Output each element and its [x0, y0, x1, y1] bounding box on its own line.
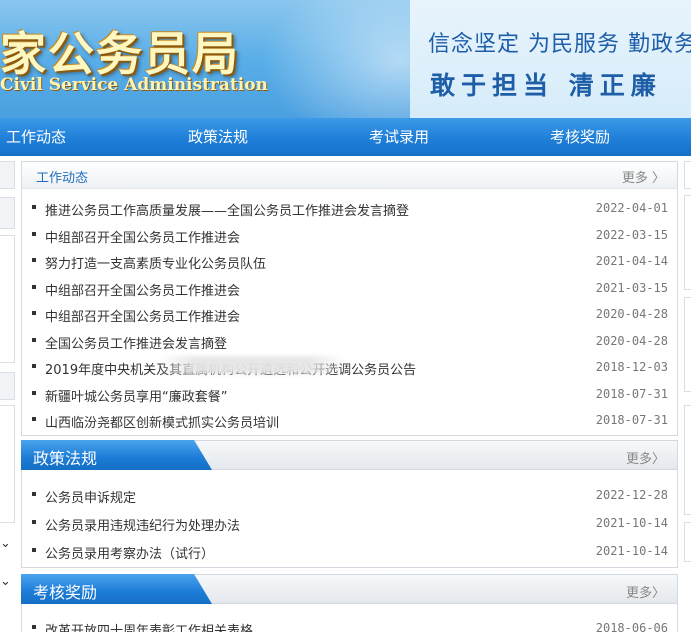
- section-tab-slant: [182, 574, 212, 604]
- more-label: 更多: [625, 586, 652, 601]
- list-item[interactable]: 2019年度中央机关及其直属机构公开遴选和公开选调公务员公告2018-12-03: [32, 356, 668, 378]
- item-title[interactable]: 改革开放四十周年表彰工作相关表格: [45, 620, 253, 632]
- more-link[interactable]: 更多 〉: [622, 167, 665, 186]
- left-sidebar-panel: [0, 235, 15, 363]
- item-title[interactable]: 公务员录用违规违纪行为处理办法: [45, 515, 240, 534]
- bullet-icon: [32, 364, 36, 368]
- left-sidebar-tab[interactable]: [0, 372, 15, 400]
- section-title[interactable]: 政策法规: [33, 445, 97, 469]
- item-date: 2018-12-03: [595, 360, 668, 374]
- nav-item-work-news[interactable]: 工作动态: [6, 118, 66, 156]
- list-item[interactable]: 中组部召开全国公务员工作推进会 2022-03-15: [32, 226, 668, 246]
- site-banner: 家公务员局 Civil Service Administration 信念坚定 …: [0, 0, 691, 118]
- item-date: 2021-04-14: [595, 254, 668, 268]
- list-item[interactable]: 公务员录用考察办法（试行） 2021-10-14: [32, 542, 668, 562]
- bullet-icon: [32, 285, 36, 289]
- chevron-right-icon: 〉: [651, 586, 665, 601]
- bullet-icon: [32, 205, 36, 209]
- item-title[interactable]: 公务员录用考察办法（试行）: [45, 543, 214, 562]
- list-item[interactable]: 山西临汾尧都区创新模式抓实公务员培训 2018-07-31: [32, 411, 668, 431]
- more-label: 更多: [625, 452, 652, 467]
- item-date: 2020-04-28: [595, 307, 668, 321]
- item-date: 2018-06-06: [595, 621, 668, 632]
- chevron-down-icon[interactable]: ⌄: [0, 574, 11, 589]
- assessment-header: 考核奖励 更多〉: [21, 574, 678, 604]
- section-title[interactable]: 考核奖励: [33, 579, 97, 603]
- item-title[interactable]: 努力打造一支高素质专业化公务员队伍: [45, 253, 266, 272]
- section-title[interactable]: 工作动态: [36, 167, 88, 186]
- list-item[interactable]: 全国公务员工作推进会发言摘登 2020-04-28: [32, 332, 668, 352]
- item-title[interactable]: 全国公务员工作推进会发言摘登: [45, 333, 227, 352]
- bullet-icon: [32, 311, 36, 315]
- more-link[interactable]: 更多〉: [626, 448, 665, 467]
- list-item[interactable]: 中组部召开全国公务员工作推进会 2021-03-15: [32, 279, 668, 299]
- item-date: 2022-12-28: [595, 488, 668, 502]
- bullet-icon: [32, 417, 36, 421]
- bullet-icon: [32, 548, 36, 552]
- slogan-line-1: 信念坚定 为民服务 勤政务: [428, 32, 691, 57]
- item-title[interactable]: 中组部召开全国公务员工作推进会: [45, 280, 240, 299]
- chevron-right-icon: 〉: [647, 171, 665, 186]
- list-item[interactable]: 推进公务员工作高质量发展——全国公务员工作推进会发言摘登 2022-04-01: [32, 199, 668, 219]
- item-title[interactable]: 中组部召开全国公务员工作推进会: [45, 227, 240, 246]
- right-sidebar-panel: [684, 522, 691, 562]
- item-date: 2022-04-01: [595, 201, 668, 215]
- right-sidebar-panel: [684, 297, 691, 392]
- list-item[interactable]: 努力打造一支高素质专业化公务员队伍 2021-04-14: [32, 252, 668, 272]
- item-title[interactable]: 公务员申诉规定: [45, 487, 136, 506]
- chevron-right-icon: 〉: [651, 452, 665, 467]
- list-item[interactable]: 改革开放四十周年表彰工作相关表格 2018-06-06: [32, 619, 668, 632]
- nav-item-assessment[interactable]: 考核奖励: [550, 118, 610, 156]
- site-logo-english[interactable]: Civil Service Administration: [0, 75, 268, 95]
- bullet-icon: [32, 391, 36, 395]
- nav-item-policy[interactable]: 政策法规: [188, 118, 248, 156]
- bullet-icon: [32, 625, 36, 629]
- item-date: 2020-04-28: [595, 334, 668, 348]
- right-sidebar-panel: [684, 195, 691, 290]
- item-title[interactable]: 推进公务员工作高质量发展——全国公务员工作推进会发言摘登: [45, 200, 409, 219]
- bullet-icon: [32, 492, 36, 496]
- item-title[interactable]: 中组部召开全国公务员工作推进会: [45, 306, 240, 325]
- main-nav: 工作动态 政策法规 考试录用 考核奖励: [0, 118, 691, 156]
- policy-header: 政策法规 更多〉: [21, 440, 678, 470]
- left-sidebar-tab[interactable]: [0, 197, 15, 229]
- item-date: 2021-03-15: [595, 281, 668, 295]
- bullet-icon: [32, 232, 36, 236]
- bullet-icon: [32, 520, 36, 524]
- list-item[interactable]: 新疆叶城公务员享用“廉政套餐” 2018-07-31: [32, 385, 668, 405]
- right-sidebar-panel: [684, 405, 691, 515]
- section-tab-slant: [182, 440, 212, 470]
- item-date: 2022-03-15: [595, 228, 668, 242]
- list-item[interactable]: 公务员申诉规定 2022-12-28: [32, 486, 668, 506]
- right-sidebar-tab[interactable]: [684, 161, 691, 189]
- list-item[interactable]: 中组部召开全国公务员工作推进会 2020-04-28: [32, 305, 668, 325]
- chevron-down-icon[interactable]: ⌄: [0, 536, 11, 551]
- nav-item-exam[interactable]: 考试录用: [369, 118, 429, 156]
- list-item[interactable]: 公务员录用违规违纪行为处理办法 2021-10-14: [32, 514, 668, 534]
- item-date: 2018-07-31: [595, 413, 668, 427]
- bullet-icon: [32, 258, 36, 262]
- item-date: 2021-10-14: [595, 544, 668, 558]
- item-date: 2021-10-14: [595, 516, 668, 530]
- redaction-blur: [157, 356, 347, 374]
- item-title[interactable]: 新疆叶城公务员享用“廉政套餐”: [45, 386, 227, 405]
- more-link[interactable]: 更多〉: [626, 582, 665, 601]
- item-date: 2018-07-31: [595, 387, 668, 401]
- left-sidebar-tab[interactable]: [0, 161, 15, 189]
- item-title[interactable]: 山西临汾尧都区创新模式抓实公务员培训: [45, 412, 279, 431]
- work-news-header: 工作动态 更多 〉: [21, 161, 678, 189]
- more-label: 更多: [621, 171, 648, 186]
- left-sidebar-panel: [0, 405, 15, 523]
- slogan-line-2: 敢于担当 清正廉: [430, 71, 662, 100]
- bullet-icon: [32, 338, 36, 342]
